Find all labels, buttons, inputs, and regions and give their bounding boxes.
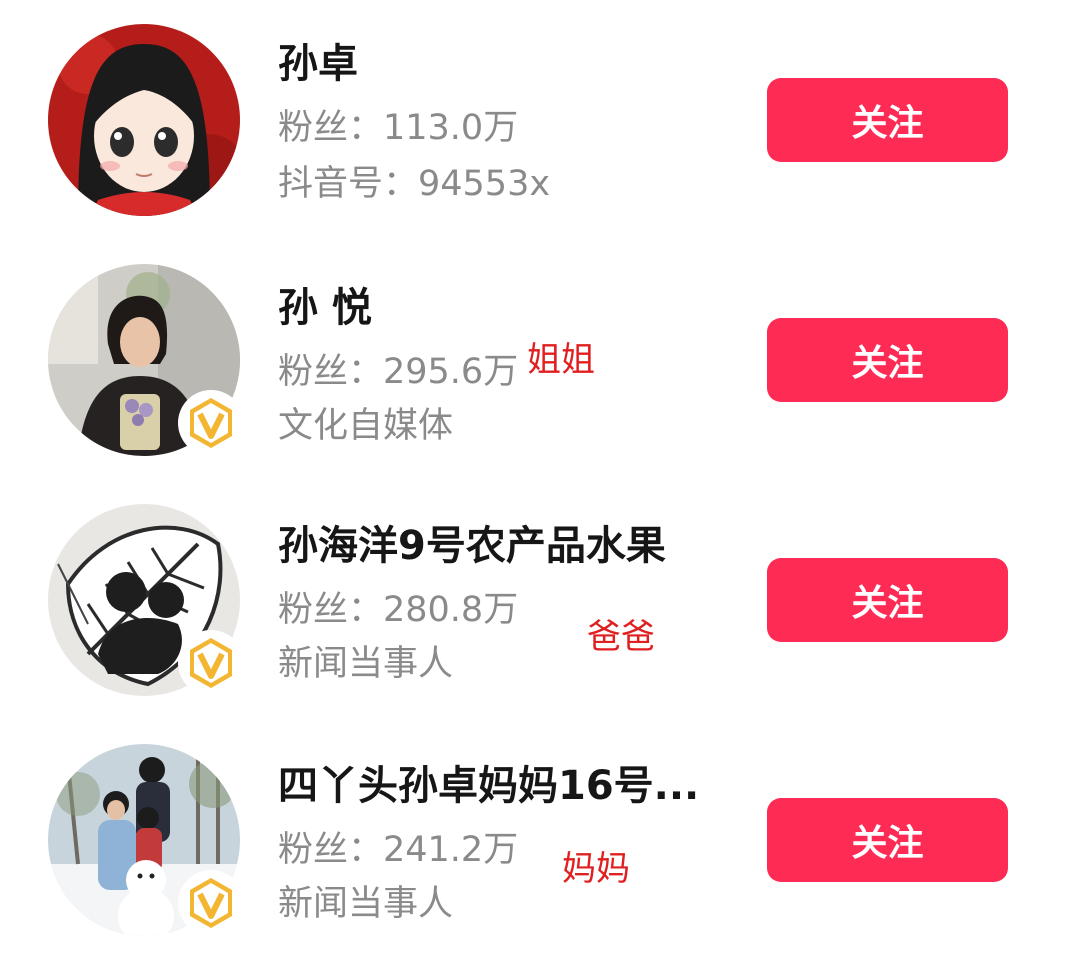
search-result-list: 孙卓 粉丝：113.0万 抖音号：94553x 关注 孙 悦 粉丝：295.6万… [0, 0, 1080, 964]
annotation-mother: 妈妈 [562, 849, 630, 889]
fans-count: 粉丝：280.8万 [278, 590, 519, 630]
annotation-sister: 姐姐 [527, 340, 595, 380]
cartoon-girl-avatar-image [48, 24, 240, 216]
account-name[interactable]: 四丫头孙卓妈妈16号... [278, 762, 699, 810]
account-category: 新闻当事人 [278, 644, 454, 684]
fans-count: 粉丝：295.6万 [278, 352, 519, 392]
verified-v-icon [178, 870, 244, 936]
account-category: 文化自媒体 [278, 406, 454, 446]
follow-button[interactable]: 关注 [767, 318, 1008, 402]
annotation-father: 爸爸 [587, 617, 655, 657]
account-row[interactable]: 孙海洋9号农产品水果 粉丝：280.8万 新闻当事人 爸爸 关注 [0, 480, 1080, 720]
account-row[interactable]: 孙 悦 粉丝：295.6万 文化自媒体 姐姐 关注 [0, 240, 1080, 480]
account-name[interactable]: 孙卓 [278, 40, 358, 88]
douyin-id: 抖音号：94553x [278, 164, 551, 204]
avatar[interactable] [48, 24, 240, 216]
account-name[interactable]: 孙 悦 [278, 284, 372, 332]
account-row[interactable]: 孙卓 粉丝：113.0万 抖音号：94553x 关注 [0, 0, 1080, 240]
account-name[interactable]: 孙海洋9号农产品水果 [278, 522, 666, 570]
fans-count: 粉丝：113.0万 [278, 108, 519, 148]
account-row[interactable]: 四丫头孙卓妈妈16号... 粉丝：241.2万 新闻当事人 妈妈 关注 [0, 720, 1080, 960]
verified-v-icon [178, 390, 244, 456]
follow-button[interactable]: 关注 [767, 78, 1008, 162]
account-category: 新闻当事人 [278, 884, 454, 924]
follow-button[interactable]: 关注 [767, 798, 1008, 882]
follow-button[interactable]: 关注 [767, 558, 1008, 642]
verified-v-icon [178, 630, 244, 696]
fans-count: 粉丝：241.2万 [278, 830, 519, 870]
